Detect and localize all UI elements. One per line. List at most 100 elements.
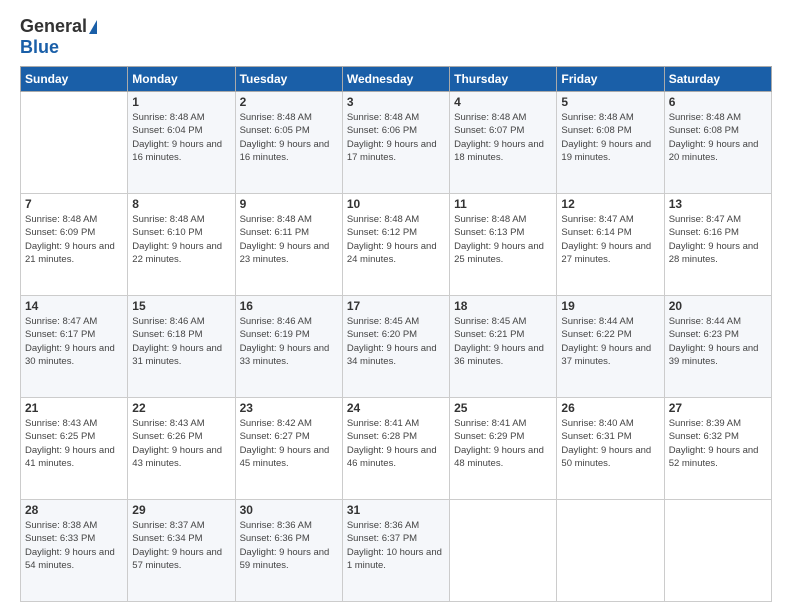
- page: General Blue SundayMondayTuesdayWednesda…: [0, 0, 792, 612]
- day-number: 11: [454, 197, 552, 211]
- calendar-cell: 2 Sunrise: 8:48 AMSunset: 6:05 PMDaylight…: [235, 92, 342, 194]
- calendar-cell: 3Sunrise: 8:48 AMSunset: 6:06 PMDaylight…: [342, 92, 449, 194]
- logo-general-text: General: [20, 16, 87, 37]
- day-info: Sunrise: 8:48 AMSunset: 6:11 PMDaylight:…: [240, 213, 338, 266]
- day-number: 18: [454, 299, 552, 313]
- day-info: Sunrise: 8:45 AMSunset: 6:21 PMDaylight:…: [454, 315, 552, 368]
- day-info: Sunrise: 8:47 AMSunset: 6:16 PMDaylight:…: [669, 213, 767, 266]
- day-number: 30: [240, 503, 338, 517]
- calendar-cell: [450, 500, 557, 602]
- day-number: 20: [669, 299, 767, 313]
- day-info: Sunrise: 8:46 AMSunset: 6:19 PMDaylight:…: [240, 315, 338, 368]
- day-number: 2: [240, 95, 338, 109]
- day-info: Sunrise: 8:48 AMSunset: 6:04 PMDaylight:…: [132, 111, 230, 164]
- day-info: Sunrise: 8:48 AMSunset: 6:06 PMDaylight:…: [347, 111, 445, 164]
- calendar-cell: 30 Sunrise: 8:36 AMSunset: 6:36 PMDayligh…: [235, 500, 342, 602]
- day-number: 6: [669, 95, 767, 109]
- day-info: Sunrise: 8:48 AMSunset: 6:07 PMDaylight:…: [454, 111, 552, 164]
- day-info: Sunrise: 8:37 AMSunset: 6:34 PMDaylight:…: [132, 519, 230, 572]
- weekday-header: Sunday: [21, 67, 128, 92]
- calendar-cell: 20 Sunrise: 8:44 AMSunset: 6:23 PMDayligh…: [664, 296, 771, 398]
- day-number: 5: [561, 95, 659, 109]
- day-number: 23: [240, 401, 338, 415]
- day-number: 4: [454, 95, 552, 109]
- day-info: Sunrise: 8:43 AMSunset: 6:26 PMDaylight:…: [132, 417, 230, 470]
- day-info: Sunrise: 8:41 AMSunset: 6:29 PMDaylight:…: [454, 417, 552, 470]
- header: General Blue: [20, 16, 772, 58]
- day-info: Sunrise: 8:43 AMSunset: 6:25 PMDaylight:…: [25, 417, 123, 470]
- logo: General Blue: [20, 16, 97, 58]
- day-number: 22: [132, 401, 230, 415]
- calendar-week-row: 7 Sunrise: 8:48 AMSunset: 6:09 PMDaylight…: [21, 194, 772, 296]
- day-info: Sunrise: 8:48 AMSunset: 6:09 PMDaylight:…: [25, 213, 123, 266]
- calendar-cell: 11 Sunrise: 8:48 AMSunset: 6:13 PMDayligh…: [450, 194, 557, 296]
- calendar-week-row: 21 Sunrise: 8:43 AMSunset: 6:25 PMDayligh…: [21, 398, 772, 500]
- day-info: Sunrise: 8:48 AMSunset: 6:08 PMDaylight:…: [669, 111, 767, 164]
- day-number: 13: [669, 197, 767, 211]
- calendar-week-row: 1Sunrise: 8:48 AMSunset: 6:04 PMDaylight…: [21, 92, 772, 194]
- calendar-cell: 14 Sunrise: 8:47 AMSunset: 6:17 PMDayligh…: [21, 296, 128, 398]
- day-number: 16: [240, 299, 338, 313]
- day-number: 10: [347, 197, 445, 211]
- calendar-cell: 12 Sunrise: 8:47 AMSunset: 6:14 PMDayligh…: [557, 194, 664, 296]
- day-number: 28: [25, 503, 123, 517]
- calendar-cell: 16 Sunrise: 8:46 AMSunset: 6:19 PMDayligh…: [235, 296, 342, 398]
- calendar-cell: 7 Sunrise: 8:48 AMSunset: 6:09 PMDaylight…: [21, 194, 128, 296]
- day-number: 14: [25, 299, 123, 313]
- day-info: Sunrise: 8:36 AMSunset: 6:37 PMDaylight:…: [347, 519, 445, 572]
- weekday-header-row: SundayMondayTuesdayWednesdayThursdayFrid…: [21, 67, 772, 92]
- calendar-cell: 25 Sunrise: 8:41 AMSunset: 6:29 PMDayligh…: [450, 398, 557, 500]
- day-number: 31: [347, 503, 445, 517]
- calendar-cell: 1Sunrise: 8:48 AMSunset: 6:04 PMDaylight…: [128, 92, 235, 194]
- day-info: Sunrise: 8:47 AMSunset: 6:17 PMDaylight:…: [25, 315, 123, 368]
- day-number: 19: [561, 299, 659, 313]
- calendar-cell: [557, 500, 664, 602]
- calendar-cell: 10Sunrise: 8:48 AMSunset: 6:12 PMDayligh…: [342, 194, 449, 296]
- day-number: 27: [669, 401, 767, 415]
- day-number: 8: [132, 197, 230, 211]
- day-info: Sunrise: 8:40 AMSunset: 6:31 PMDaylight:…: [561, 417, 659, 470]
- day-number: 15: [132, 299, 230, 313]
- logo-triangle-icon: [89, 20, 97, 34]
- logo-blue-text: Blue: [20, 37, 59, 58]
- calendar-cell: 18 Sunrise: 8:45 AMSunset: 6:21 PMDayligh…: [450, 296, 557, 398]
- calendar-cell: 23 Sunrise: 8:42 AMSunset: 6:27 PMDayligh…: [235, 398, 342, 500]
- calendar-cell: 28 Sunrise: 8:38 AMSunset: 6:33 PMDayligh…: [21, 500, 128, 602]
- calendar-cell: 15 Sunrise: 8:46 AMSunset: 6:18 PMDayligh…: [128, 296, 235, 398]
- day-number: 29: [132, 503, 230, 517]
- day-info: Sunrise: 8:36 AMSunset: 6:36 PMDaylight:…: [240, 519, 338, 572]
- weekday-header: Thursday: [450, 67, 557, 92]
- day-number: 7: [25, 197, 123, 211]
- weekday-header: Monday: [128, 67, 235, 92]
- calendar-week-row: 28 Sunrise: 8:38 AMSunset: 6:33 PMDayligh…: [21, 500, 772, 602]
- day-number: 12: [561, 197, 659, 211]
- day-info: Sunrise: 8:44 AMSunset: 6:23 PMDaylight:…: [669, 315, 767, 368]
- calendar-cell: 27 Sunrise: 8:39 AMSunset: 6:32 PMDayligh…: [664, 398, 771, 500]
- day-info: Sunrise: 8:44 AMSunset: 6:22 PMDaylight:…: [561, 315, 659, 368]
- day-info: Sunrise: 8:48 AMSunset: 6:13 PMDaylight:…: [454, 213, 552, 266]
- day-info: Sunrise: 8:46 AMSunset: 6:18 PMDaylight:…: [132, 315, 230, 368]
- day-info: Sunrise: 8:45 AMSunset: 6:20 PMDaylight:…: [347, 315, 445, 368]
- day-number: 9: [240, 197, 338, 211]
- calendar-cell: 6 Sunrise: 8:48 AMSunset: 6:08 PMDaylight…: [664, 92, 771, 194]
- calendar-cell: [21, 92, 128, 194]
- day-info: Sunrise: 8:41 AMSunset: 6:28 PMDaylight:…: [347, 417, 445, 470]
- day-info: Sunrise: 8:38 AMSunset: 6:33 PMDaylight:…: [25, 519, 123, 572]
- calendar-table: SundayMondayTuesdayWednesdayThursdayFrid…: [20, 66, 772, 602]
- calendar-cell: [664, 500, 771, 602]
- calendar-cell: 26Sunrise: 8:40 AMSunset: 6:31 PMDayligh…: [557, 398, 664, 500]
- calendar-cell: 4 Sunrise: 8:48 AMSunset: 6:07 PMDaylight…: [450, 92, 557, 194]
- day-number: 25: [454, 401, 552, 415]
- calendar-cell: 5Sunrise: 8:48 AMSunset: 6:08 PMDaylight…: [557, 92, 664, 194]
- day-info: Sunrise: 8:48 AMSunset: 6:05 PMDaylight:…: [240, 111, 338, 164]
- day-info: Sunrise: 8:42 AMSunset: 6:27 PMDaylight:…: [240, 417, 338, 470]
- day-info: Sunrise: 8:47 AMSunset: 6:14 PMDaylight:…: [561, 213, 659, 266]
- day-number: 21: [25, 401, 123, 415]
- calendar-cell: 29 Sunrise: 8:37 AMSunset: 6:34 PMDayligh…: [128, 500, 235, 602]
- day-info: Sunrise: 8:39 AMSunset: 6:32 PMDaylight:…: [669, 417, 767, 470]
- calendar-cell: 13 Sunrise: 8:47 AMSunset: 6:16 PMDayligh…: [664, 194, 771, 296]
- weekday-header: Wednesday: [342, 67, 449, 92]
- weekday-header: Saturday: [664, 67, 771, 92]
- calendar-cell: 19 Sunrise: 8:44 AMSunset: 6:22 PMDayligh…: [557, 296, 664, 398]
- calendar-cell: 22 Sunrise: 8:43 AMSunset: 6:26 PMDayligh…: [128, 398, 235, 500]
